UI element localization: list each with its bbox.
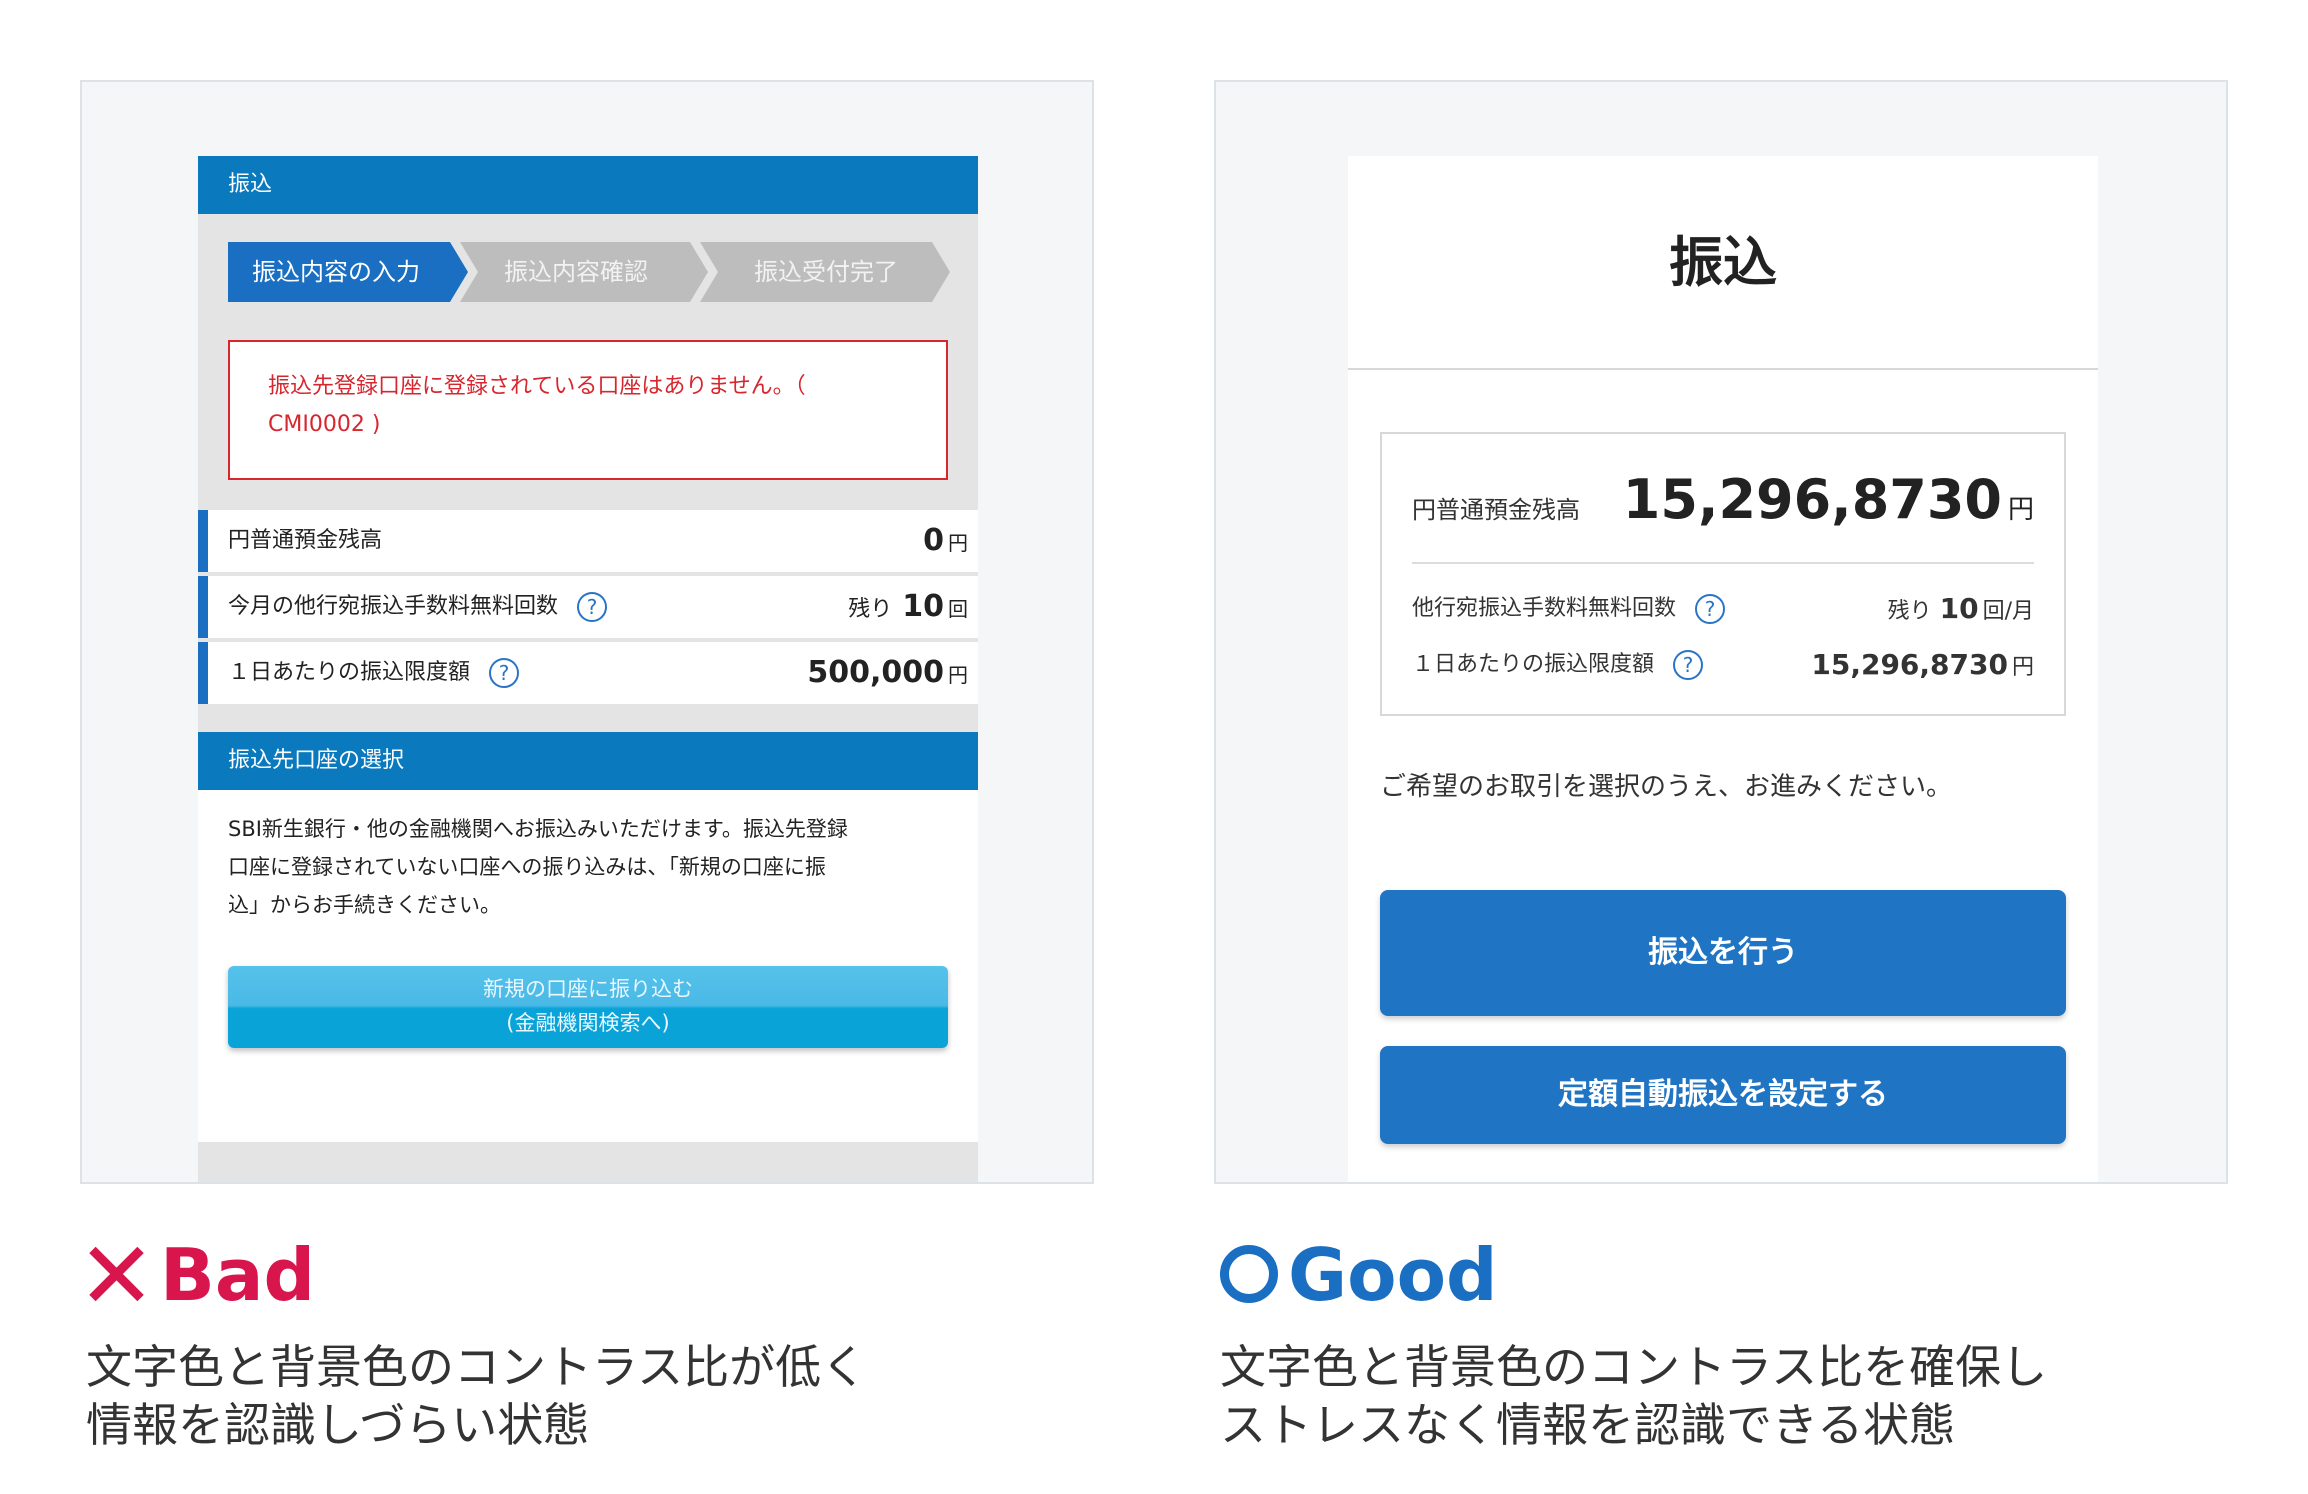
bad-screen: 振込 振込内容の入力 振込内容確認 振込受付完了 振込先登録口座に登録されている… (198, 156, 978, 1182)
row-label: １日あたりの振込限度額 (228, 660, 471, 685)
limit-label: １日あたりの振込限度額 (1412, 652, 1655, 677)
bad-row-balance: 円普通預金残高 0円 (198, 510, 978, 572)
balance-value: 15,296,8730 (1622, 468, 2002, 531)
unit-label: 円 (2011, 655, 2034, 680)
cross-icon (86, 1244, 146, 1304)
auto-transfer-button[interactable]: 定額自動振込を設定する (1380, 1046, 2066, 1144)
fee-count-row: 他行宛振込手数料無料回数 ? 残り 10 回/月 (1412, 584, 2034, 634)
account-summary-card: 円普通預金残高 15,296,8730 円 他行宛振込手数料無料回数 ? 残り 10… (1380, 432, 2066, 716)
row-value: 0円 (923, 510, 968, 574)
help-icon[interactable]: ? (1695, 594, 1726, 624)
bad-row-daily-limit: １日あたりの振込限度額 ? 500,000 円 (198, 642, 978, 704)
error-message-box: 振込先登録口座に登録されている口座はありません。（ CMI0002 ) (228, 340, 948, 480)
bad-info-rows: 円普通預金残高 0円 今月の他行宛振込手数料無料回数 ? 残り 10 回 １日あたり… (198, 510, 978, 704)
good-screen: 振込 円普通預金残高 15,296,8730 円 他行宛振込手数料無料回数 ? 残… (1348, 156, 2098, 1182)
circle-icon (1220, 1245, 1278, 1304)
row-label: 今月の他行宛振込手数料無料回数 (228, 594, 559, 619)
balance-value: 0 (923, 523, 944, 558)
row-label: 円普通預金残高 (228, 528, 383, 553)
good-caption-title: Good (1220, 1230, 1498, 1320)
fee-value-group: 残り 10 回/月 (1888, 584, 2034, 637)
remaining-label: 残り (1887, 599, 1932, 624)
limit-value-group: 15,296,8730 円 (1811, 640, 2034, 693)
step-confirm: 振込内容確認 (460, 242, 708, 302)
row-value: 500,000 円 (807, 642, 968, 706)
unit-label: 回/月 (1982, 599, 2034, 624)
new-account-transfer-button[interactable]: 新規の口座に振り込む (金融機関検索へ) (228, 966, 948, 1048)
bad-row-fee-count: 今月の他行宛振込手数料無料回数 ? 残り 10 回 (198, 576, 978, 638)
unit-label: 円 (2007, 495, 2034, 525)
help-icon[interactable]: ? (1673, 650, 1704, 680)
bad-description: SBI新生銀行・他の金融機関へお振込みいただけます。振込先登録 口座に登録されて… (198, 790, 978, 1142)
good-label: Good (1288, 1233, 1498, 1317)
desc-line-3: 込」からお手続きください。 (228, 893, 501, 917)
desc-line-2: 口座に登録されていない口座への振り込みは、「新規の口座に振 (228, 855, 826, 879)
balance-row: 円普通預金残高 15,296,8730 円 (1412, 434, 2034, 564)
bad-stepper: 振込内容の入力 振込内容確認 振込受付完了 (198, 214, 978, 304)
button-line-1: 新規の口座に振り込む (483, 977, 693, 1001)
fee-count-value: 10 (1939, 592, 1979, 625)
error-line-2: CMI0002 ) (268, 412, 381, 437)
good-caption-description: 文字色と背景色のコントラス比を確保し ストレスなく情報を認識できる状態 (1220, 1338, 2047, 1454)
good-caption-line-2: ストレスなく情報を認識できる状態 (1220, 1398, 1956, 1452)
unit-label: 回 (948, 597, 968, 621)
bad-caption-description: 文字色と背景色のコントラス比が低く 情報を認識しづらい状態 (86, 1338, 867, 1454)
row-value: 残り 10 回 (848, 576, 968, 641)
fee-label: 他行宛振込手数料無料回数 (1412, 596, 1677, 621)
remaining-label: 残り (848, 597, 893, 622)
step-complete: 振込受付完了 (700, 242, 950, 302)
bad-example-frame: 振込 振込内容の入力 振込内容確認 振込受付完了 振込先登録口座に登録されている… (80, 80, 1094, 1184)
help-icon[interactable]: ? (577, 592, 608, 622)
error-line-1: 振込先登録口座に登録されている口座はありません。（ (268, 374, 806, 399)
daily-limit-row: １日あたりの振込限度額 ? 15,296,8730 円 (1412, 640, 2034, 690)
button-line-2: (金融機関検索へ) (506, 1011, 670, 1035)
unit-label: 円 (948, 531, 968, 555)
balance-amount: 15,296,8730 円 (1623, 468, 2034, 531)
good-example-frame: 振込 円普通預金残高 15,296,8730 円 他行宛振込手数料無料回数 ? 残… (1214, 80, 2228, 1184)
instruction-text: ご希望のお取引を選択のうえ、お進みください。 (1380, 772, 1953, 802)
bad-label: Bad (160, 1233, 316, 1317)
transfer-button[interactable]: 振込を行う (1380, 890, 2066, 1016)
good-caption-line-1: 文字色と背景色のコントラス比を確保し (1220, 1340, 2048, 1394)
fee-count-value: 10 (902, 589, 944, 624)
bad-caption-title: Bad (86, 1230, 315, 1320)
limit-value: 15,296,8730 (1811, 648, 2008, 681)
unit-label: 円 (948, 663, 968, 687)
limit-value: 500,000 (807, 655, 944, 690)
help-icon[interactable]: ? (489, 658, 520, 688)
bad-caption-line-2: 情報を認識しづらい状態 (86, 1398, 590, 1452)
step-input: 振込内容の入力 (228, 242, 468, 302)
bad-page-header: 振込 (198, 156, 978, 214)
desc-line-1: SBI新生銀行・他の金融機関へお振込みいただけます。振込先登録 (228, 817, 848, 841)
balance-label: 円普通預金残高 (1412, 496, 1580, 524)
bad-caption-line-1: 文字色と背景色のコントラス比が低く (86, 1340, 868, 1394)
bad-section-header: 振込先口座の選択 (198, 732, 978, 790)
good-page-title: 振込 (1348, 156, 2098, 370)
